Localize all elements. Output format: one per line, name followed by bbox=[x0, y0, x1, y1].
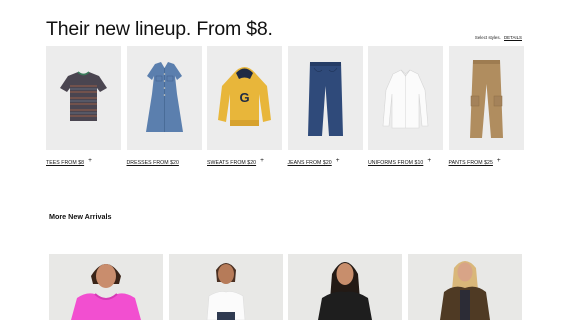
plus-icon[interactable]: + bbox=[336, 157, 340, 164]
plus-icon[interactable]: + bbox=[88, 157, 92, 164]
plus-icon[interactable]: + bbox=[497, 157, 501, 164]
cargo-pants-image[interactable] bbox=[448, 46, 524, 150]
plus-icon[interactable]: + bbox=[260, 157, 264, 164]
category-tile-sweats[interactable]: G SWEATS FROM $20 + bbox=[207, 46, 282, 166]
select-styles-note: Select styles. DETAILS bbox=[475, 35, 522, 40]
category-tile-tees[interactable]: TEES FROM $8 + bbox=[46, 46, 121, 166]
model-brown-jacket-image[interactable] bbox=[407, 254, 522, 320]
model-pink-hoodie-image[interactable] bbox=[49, 254, 163, 320]
tee-shirt-image[interactable] bbox=[46, 46, 121, 150]
jeans-image[interactable] bbox=[287, 46, 363, 150]
select-styles-text: Select styles. bbox=[474, 35, 501, 40]
category-link-sweats[interactable]: SWEATS FROM $20 bbox=[207, 160, 256, 166]
category-link-uniforms[interactable]: UNIFORMS FROM $10 bbox=[368, 160, 423, 166]
category-link-jeans[interactable]: JEANS FROM $20 bbox=[288, 160, 332, 166]
denim-dress-image[interactable] bbox=[126, 46, 202, 150]
model-black-top-image[interactable] bbox=[288, 254, 402, 320]
category-tile-jeans[interactable]: JEANS FROM $20 + bbox=[287, 46, 363, 166]
hoodie-image[interactable]: G bbox=[207, 46, 282, 150]
category-link-tees[interactable]: TEES FROM $8 bbox=[46, 160, 84, 166]
category-link-pants[interactable]: PANTS FROM $25 bbox=[449, 160, 493, 166]
section-title-more-new-arrivals: More New Arrivals bbox=[49, 212, 112, 221]
white-shirt-image[interactable] bbox=[368, 46, 443, 150]
category-link-dresses[interactable]: DRESSES FROM $20 bbox=[127, 160, 179, 166]
details-link[interactable]: DETAILS bbox=[504, 35, 522, 40]
new-arrivals-row bbox=[49, 254, 522, 320]
plus-icon[interactable]: + bbox=[427, 157, 431, 164]
category-tile-dresses[interactable]: DRESSES FROM $20 bbox=[126, 46, 202, 166]
category-tiles: TEES FROM $8 + DRESSES FROM $20 G SWEATS… bbox=[46, 46, 524, 170]
category-tile-uniforms[interactable]: UNIFORMS FROM $10 + bbox=[368, 46, 443, 166]
category-tile-pants[interactable]: PANTS FROM $25 + bbox=[448, 46, 524, 166]
page-title: Their new lineup. From $8. bbox=[46, 18, 273, 40]
svg-text:G: G bbox=[239, 90, 249, 105]
model-white-tee-image[interactable] bbox=[168, 254, 283, 320]
